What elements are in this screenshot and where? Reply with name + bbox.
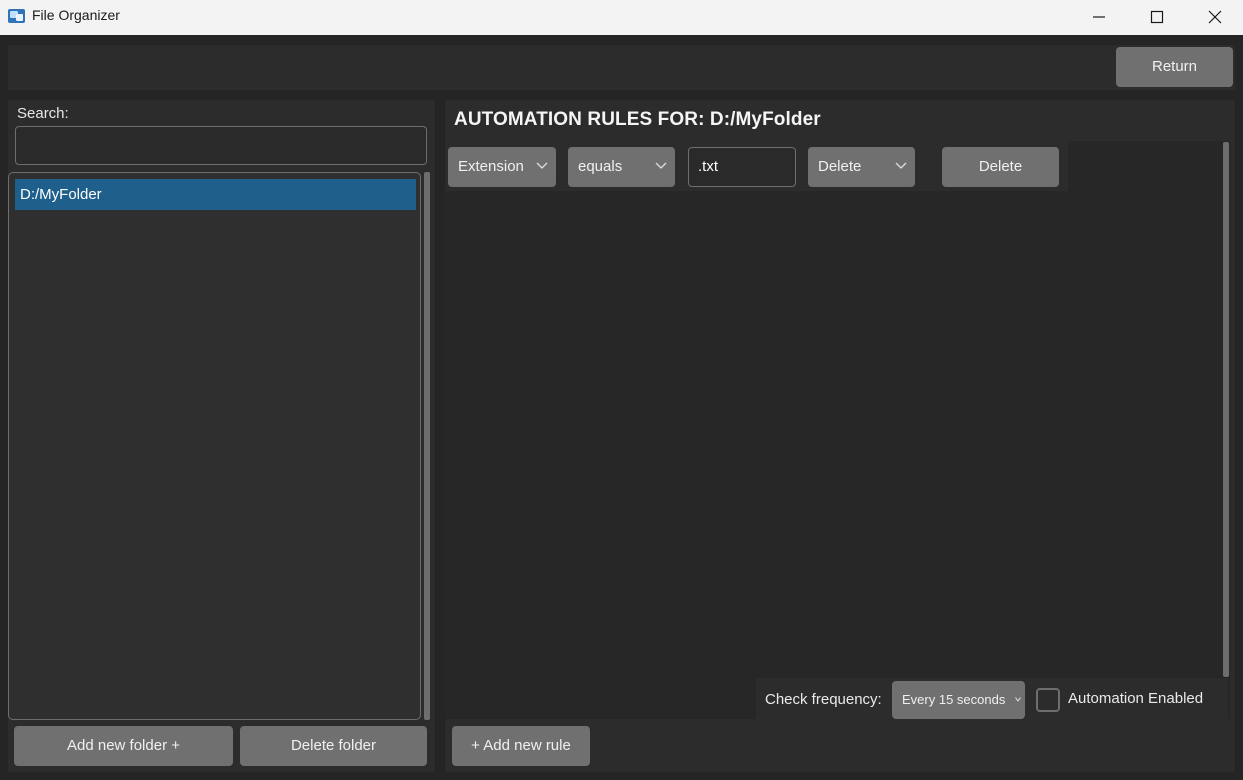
window-title: File Organizer [32, 7, 120, 23]
chevron-down-icon [1015, 697, 1021, 702]
automation-enabled-label: Automation Enabled [1068, 690, 1204, 707]
rule-row: Extension equals .txt Delete Delete [445, 141, 1068, 191]
chevron-down-icon [536, 162, 548, 169]
app-window: Return Search: D:/MyFolder Add new folde… [0, 35, 1243, 780]
search-label: Search: [17, 105, 69, 122]
minimize-icon [1093, 16, 1105, 18]
folder-panel: Search: D:/MyFolder Add new folder + Del… [8, 100, 435, 772]
rule-operator-value: equals [578, 158, 623, 175]
folder-list-scrollbar[interactable] [424, 172, 430, 720]
rule-value-input[interactable]: .txt [688, 147, 796, 187]
search-input[interactable] [15, 126, 427, 165]
close-icon [1208, 10, 1222, 24]
maximize-button[interactable] [1128, 0, 1186, 35]
chevron-down-icon [895, 162, 907, 169]
rule-field-value: Extension [458, 158, 524, 175]
automation-settings-bar: Check frequency: Every 15 seconds Automa… [756, 678, 1228, 719]
rules-panel: AUTOMATION RULES FOR: D:/MyFolder Extens… [445, 100, 1235, 772]
title-bar: File Organizer [0, 0, 1243, 35]
automation-enabled-checkbox[interactable] [1036, 688, 1060, 712]
rules-list: Extension equals .txt Delete Delete [445, 141, 1230, 719]
rule-action-dropdown[interactable]: Delete [808, 147, 915, 187]
folder-list-item[interactable]: D:/MyFolder [15, 179, 416, 210]
rule-action-value: Delete [818, 158, 862, 175]
rule-operator-dropdown[interactable]: equals [568, 147, 675, 187]
add-folder-button[interactable]: Add new folder + [14, 726, 233, 766]
add-rule-button[interactable]: + Add new rule [452, 726, 590, 766]
top-toolbar: Return [8, 45, 1235, 90]
delete-folder-button[interactable]: Delete folder [240, 726, 427, 766]
rule-field-dropdown[interactable]: Extension [448, 147, 556, 187]
folder-list: D:/MyFolder [8, 172, 421, 720]
check-frequency-dropdown[interactable]: Every 15 seconds [892, 681, 1025, 719]
check-frequency-value: Every 15 seconds [902, 692, 1006, 707]
chevron-down-icon [655, 162, 667, 169]
delete-rule-button[interactable]: Delete [942, 147, 1059, 187]
app-icon [8, 9, 25, 23]
close-button[interactable] [1186, 0, 1243, 35]
return-button[interactable]: Return [1116, 47, 1233, 87]
rules-title: AUTOMATION RULES FOR: D:/MyFolder [454, 109, 821, 130]
check-frequency-label: Check frequency: [765, 691, 882, 708]
maximize-icon [1150, 10, 1164, 24]
rules-scrollbar[interactable] [1223, 142, 1229, 677]
minimize-button[interactable] [1070, 0, 1128, 35]
